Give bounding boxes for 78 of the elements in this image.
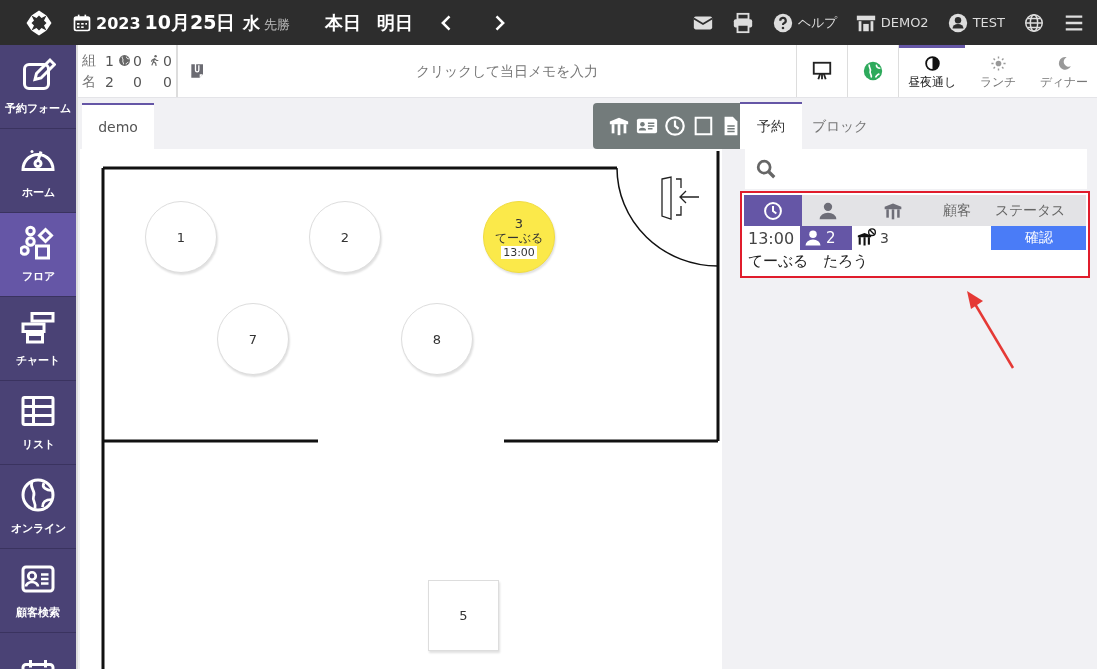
globe-icon [118,54,131,67]
column-header[interactable] [744,195,802,226]
date-year: 2023 [96,13,141,33]
time-text: 13:00 [747,228,796,248]
weekday-text: 水 [243,11,261,35]
board-icon [811,60,833,82]
table-icon [20,393,56,429]
sidebar-item[interactable]: フロア [0,213,76,297]
table-shape[interactable]: 3 てーぶる 13:00 [483,201,555,273]
reservation-row[interactable]: 13:00 2 3 確認 てーぶる たろう [744,226,1086,274]
exit-door-icon [661,176,700,220]
table-blocked-icon [856,228,878,248]
globe-icon [862,60,884,82]
stats-value: 0 [163,52,172,69]
clock-icon[interactable] [663,115,686,137]
panel-tab[interactable]: ブロック [802,102,878,149]
customer-name: てーぶる たろう [747,251,869,272]
shift-tab[interactable]: 昼夜通し [899,45,965,97]
bars-icon [20,309,56,345]
search-icon [755,158,777,180]
status-badge: 確認 [991,226,1086,250]
table-shape[interactable]: 7 [217,303,289,375]
column-header[interactable]: ステータス [982,195,1077,226]
user-link[interactable]: TEST [972,15,1005,30]
table-number: 7 [248,331,258,347]
sun-icon [989,54,1007,72]
half-circle-icon [923,54,941,72]
language-icon[interactable] [1023,11,1045,34]
stats-value: 1 [105,52,114,69]
user-icon[interactable] [946,11,969,34]
sidebar-item[interactable]: リスト [0,381,76,465]
shift-tab[interactable]: ランチ [965,45,1031,97]
table-number: 2 [340,229,350,245]
table-number: 3 [880,230,889,246]
person-icon [818,200,838,221]
stats-value: 0 [163,73,172,90]
walking-icon [148,54,161,67]
stats-value: 2 [105,73,114,90]
date-text: 10月25日 [144,9,236,35]
table-number: 5 [459,608,468,623]
guest-count-badge: 2 [800,226,852,250]
search-field[interactable] [745,149,1087,189]
help-link[interactable]: ヘルプ [797,13,837,32]
table-shape[interactable]: 2 [309,201,381,273]
calendar-icon[interactable] [72,12,92,33]
sidebar-item[interactable]: チャート [0,297,76,381]
pencil-icon [20,57,56,93]
shift-tab[interactable]: ディナー [1031,45,1097,97]
printer-icon[interactable] [731,11,754,34]
day-link[interactable]: 本日 [317,10,369,35]
table-shape[interactable]: 8 [401,303,473,375]
guest-name: てーぶる [495,230,543,245]
rokuyo-text: 先勝 [264,15,291,34]
day-link[interactable]: 明日 [369,10,421,35]
table-shape[interactable]: 5 [428,580,499,651]
panel-tab[interactable]: 予約 [740,102,802,149]
memo-field[interactable]: クリックして当日メモを入力 [218,62,796,80]
stats-label: 組 [82,51,96,70]
reservation-time: 13:00 [501,245,537,259]
table-icon[interactable] [607,115,630,137]
help-icon[interactable] [771,11,794,34]
column-header[interactable]: 顧客 [932,195,982,226]
clock-icon [763,200,783,221]
stats-label: 名 [82,72,96,91]
store-link[interactable]: DEMO2 [880,15,929,30]
table-shape[interactable]: 1 [145,201,217,273]
table-number: 1 [176,229,186,245]
table-number: 3 [514,215,524,231]
stats-value: 0 [133,73,142,90]
floor-tab[interactable]: demo [82,103,154,149]
person-icon [804,229,822,247]
shapes-icon [20,225,56,261]
table-number: 8 [432,331,442,347]
stats-value: 0 [133,52,142,69]
sidebar-item[interactable]: 予約フォーム [0,45,76,129]
globe-icon [20,477,56,513]
sidebar-item[interactable]: 顧客検索 [0,549,76,633]
sidebar-item[interactable]: オンライン [0,465,76,549]
